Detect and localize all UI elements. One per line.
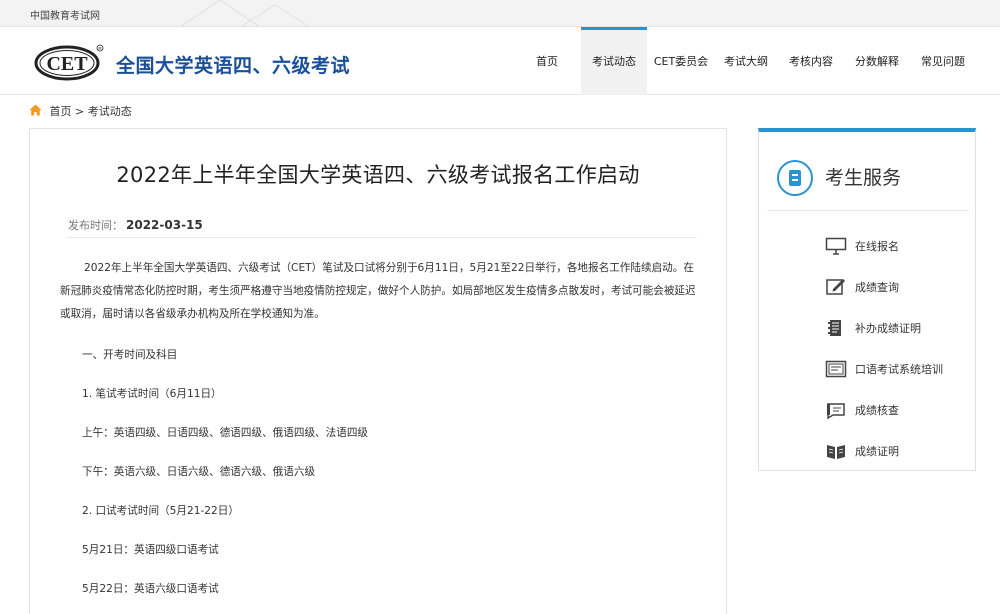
publish-date: 发布时间： 2022-03-15 [68, 217, 203, 233]
logo-text: CET [46, 53, 88, 75]
publish-date-label: 发布时间： [68, 219, 123, 232]
cet-logo[interactable]: CET R [34, 43, 104, 81]
service-label: 在线报名 [855, 240, 899, 253]
breadcrumb-separator: > [75, 105, 85, 118]
written-exam-time: 1. 笔试考试时间（6月11日） [82, 388, 222, 400]
service-label: 口语考试系统培训 [855, 363, 943, 376]
service-score-certificate[interactable]: 成绩证明 [825, 441, 899, 461]
home-icon [29, 104, 42, 116]
nav-faq[interactable]: 常见问题 [914, 27, 972, 95]
monitor-icon [825, 237, 847, 255]
nav-cet-committee[interactable]: CET委员会 [649, 27, 713, 95]
site-header: CET R 全国大学英语四、六级考试 首页 考试动态 CET委员会 考试大纲 考… [0, 27, 1000, 95]
service-score-query[interactable]: 成绩查询 [825, 277, 899, 297]
neea-site-link[interactable]: 中国教育考试网 [30, 7, 100, 22]
article-panel: 2022年上半年全国大学英语四、六级考试报名工作启动 发布时间： 2022-03-… [29, 128, 727, 614]
service-label: 成绩证明 [855, 445, 899, 458]
decorative-lines [180, 0, 310, 26]
service-label: 补办成绩证明 [855, 322, 921, 335]
nav-score-explanation[interactable]: 分数解释 [848, 27, 906, 95]
article-intro-paragraph: 2022年上半年全国大学英语四、六级考试（CET）笔试及口试将分别于6月11日，… [60, 262, 696, 320]
morning-subjects: 上午：英语四级、日语四级、德语四级、俄语四级、法语四级 [82, 427, 369, 439]
breadcrumb-home[interactable]: 首页 [50, 105, 72, 118]
oral-exam-time: 2. 口试考试时间（5月21-22日） [82, 505, 239, 517]
check-icon [827, 403, 845, 419]
book-icon [827, 445, 845, 459]
services-divider [767, 210, 969, 211]
oral-exam-day-2: 5月22日：英语六级口语考试 [82, 583, 219, 595]
services-icon [777, 160, 813, 196]
service-score-verification[interactable]: 成绩核查 [825, 400, 899, 420]
article-title: 2022年上半年全国大学英语四、六级考试报名工作启动 [116, 163, 640, 187]
service-label: 成绩查询 [855, 281, 899, 294]
screen-icon [825, 360, 847, 378]
document-icon [828, 320, 841, 336]
nav-exam-news[interactable]: 考试动态 [581, 27, 647, 95]
top-bar: 中国教育考试网 [0, 0, 1000, 27]
service-oral-system-training[interactable]: 口语考试系统培训 [825, 359, 943, 379]
section-heading: 一、开考时间及科目 [82, 349, 178, 361]
breadcrumb: 首页 > 考试动态 [29, 103, 132, 119]
site-title[interactable]: 全国大学英语四、六级考试 [116, 51, 350, 78]
publish-date-value: 2022-03-15 [126, 218, 203, 232]
afternoon-subjects: 下午：英语六级、日语六级、德语六级、俄语六级 [82, 466, 316, 478]
edit-icon [826, 279, 845, 295]
title-divider [67, 237, 697, 238]
service-reissue-certificate[interactable]: 补办成绩证明 [825, 318, 921, 338]
service-label: 成绩核查 [855, 404, 899, 417]
service-online-registration[interactable]: 在线报名 [825, 236, 899, 256]
nav-home[interactable]: 首页 [528, 27, 566, 95]
nav-assessment[interactable]: 考核内容 [782, 27, 840, 95]
article-body: 2022年上半年全国大学英语四、六级考试（CET）笔试及口试将分别于6月11日，… [60, 257, 700, 595]
services-title: 考生服务 [825, 167, 902, 189]
nav-syllabus[interactable]: 考试大纲 [717, 27, 775, 95]
breadcrumb-current[interactable]: 考试动态 [88, 105, 132, 118]
candidate-services-panel: 考生服务 在线报名 成绩查询 补办成绩证明 口语考试系统培训 成绩核查 成绩证明 [758, 128, 976, 471]
oral-exam-day-1: 5月21日：英语四级口语考试 [82, 544, 219, 556]
